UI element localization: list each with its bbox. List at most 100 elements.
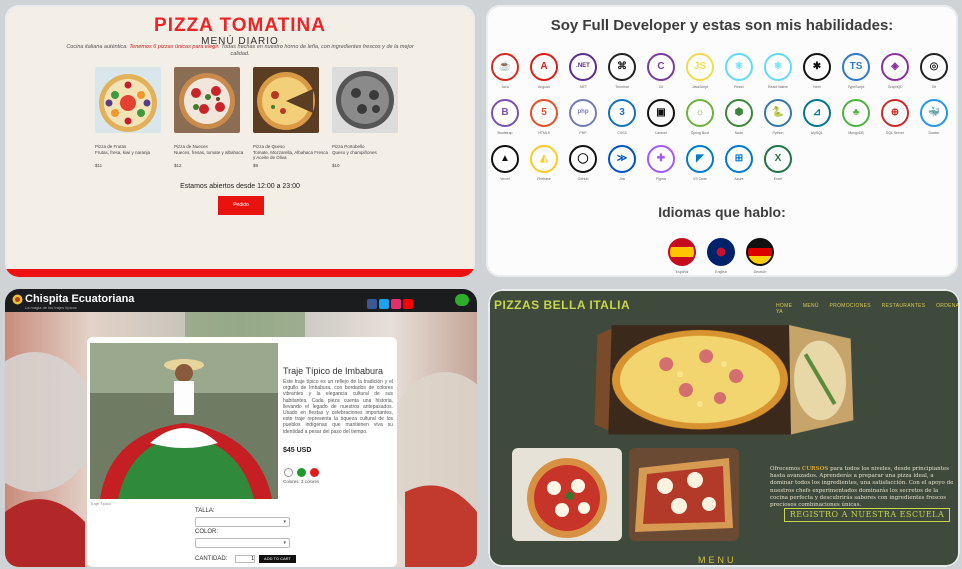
menu-item-promotions[interactable]: PROMOCIONES [830,303,871,309]
skill-badge: ⊞ Azure [725,145,753,181]
skill-icon: ☼ [695,107,705,118]
skill-badge: 5 HTML5 [530,99,558,135]
chispita-card: Chispita Ecuatoriana La magia de los tra… [5,289,477,567]
photo-caption: Traje Típico [90,501,111,506]
skill-badge: ◈ GraphQL [881,53,909,89]
menu-item-menu[interactable]: MENÚ [803,303,819,309]
quantity-label: CANTIDAD: [195,556,228,562]
languages-heading: Idiomas que hablo: [658,204,786,220]
quantity-input[interactable]: 1 [235,555,255,563]
goat-cheese-pizza-image[interactable] [629,448,739,541]
skill-icon: ⊕ [890,107,900,118]
hero-pizza-carousel[interactable] [594,325,854,435]
skill-badge: ◭ Firebase [530,145,558,181]
skill-badge: ◎ Git [920,53,948,89]
pizza-price: $12 [174,163,182,168]
skill-badge: ♣ MongoDB [842,99,870,135]
skill-badge: ◤ VS Code [686,145,714,181]
language-label: Deutsch [753,270,767,274]
skill-icon: ◈ [891,61,899,72]
size-select[interactable]: ▾ [195,517,290,527]
pizza-name: Pizza de Frutas Frutas, fresa, kiwi y nar… [95,144,151,155]
skill-label: Firebase [537,177,551,181]
skill-icon: ◯ [577,153,589,164]
skill-label: Terminal [615,85,629,89]
product-title: Traje Típico de Imbabura [283,366,384,376]
logo-icon [12,294,23,305]
skill-icon: 3 [619,107,625,118]
menu-item-restaurants[interactable]: RESTAURANTES [882,303,926,309]
skill-icon: B [501,107,509,118]
skill-icon: ⊞ [734,153,744,164]
brand-name[interactable]: Chispita Ecuatoriana [25,293,134,305]
skill-badge: JS JavaScript [686,53,714,89]
brand-name[interactable]: PIZZAS BELLA ITALIA [494,298,630,312]
order-button[interactable]: Pedido [218,196,264,215]
youtube-icon[interactable] [403,299,413,309]
whatsapp-icon[interactable] [455,294,469,306]
skill-badge: ▣ Laravel [647,99,675,135]
skill-label: HTML5 [538,131,550,135]
add-to-cart-button[interactable]: ADD TO CART [259,555,296,563]
skill-label: Spring Boot [690,131,710,135]
margherita-pizza-image[interactable] [512,448,622,541]
color-label: COLOR: [195,529,219,535]
skill-badge: ⚛ React [725,53,753,89]
facebook-icon[interactable] [367,299,377,309]
skill-icon: ▣ [656,107,666,118]
skill-label: Java [501,85,509,89]
brand-tagline: La magia de los trajes típicos [25,305,77,310]
color-swatch-white[interactable] [284,468,293,477]
language-label: English [715,270,727,274]
skill-icon: C [657,61,665,72]
skill-label: Laravel [655,131,667,135]
skill-badge: php PHP [569,99,597,135]
twitter-icon[interactable] [379,299,389,309]
skill-label: Node [734,131,744,135]
register-school-button[interactable]: REGISTRO A NUESTRA ESCUELA [784,508,950,522]
skill-label: Docker [928,131,940,135]
color-select[interactable]: ▾ [195,538,290,548]
color-swatch-green[interactable] [297,468,306,477]
product-photo[interactable] [90,343,278,499]
skill-badge: .NET .NET [569,53,597,89]
skill-label: MySQL [811,131,823,135]
skill-icon: 🐳 [927,107,941,118]
skill-icon: X [774,153,782,164]
skill-label: PHP [579,131,587,135]
skill-icon: A [540,61,548,72]
pizza-card[interactable]: Pizza de Queso Tomate, Mozzarella, Albaha… [253,67,328,168]
pizza-price: $11 [95,163,103,168]
skill-label: Figma [656,177,666,181]
cheese-pizza-image [253,67,319,133]
pizza-card[interactable]: Pizza de Nueces Nueces, fresas, tomate y … [174,67,243,168]
main-menu: HOME MENÚ PROMOCIONES RESTAURANTES ORDEN… [776,303,960,315]
skill-icon: ⊿ [812,107,822,118]
color-swatch-red[interactable] [310,468,319,477]
pizza-card[interactable]: Pizza de Frutas Frutas, fresa, kiwi y nar… [95,67,161,168]
bella-italia-card: PIZZAS BELLA ITALIA HOME MENÚ PROMOCIONE… [488,289,960,567]
skill-badge: ⊕ SQL Server [881,99,909,135]
footer-bar [5,269,475,277]
product-description: Este traje típico es un reflejo de la tr… [283,379,393,435]
pizza-tomatina-card: PIZZA TOMATINA MENÚ DIARIO Cocina italia… [5,5,475,277]
skill-label: C# [658,85,664,89]
skill-icon: TS [849,61,863,72]
skill-badge: ✚ Figma [647,145,675,181]
skill-label: Excel [773,177,783,181]
skill-badge: ≫ Jira [608,145,636,181]
skill-icon: ◭ [540,153,548,164]
skill-label: Jira [619,177,625,181]
skill-label: Next [813,85,821,89]
product-panel: Traje Típico Traje Típico de Imbabura Es… [87,337,397,567]
skill-badge: X Excel [764,145,792,181]
instagram-icon[interactable] [391,299,401,309]
courses-tail: para todos los niveles, desde principian… [770,466,954,509]
skill-icon: ◎ [929,61,939,72]
language-flag: English [707,238,735,274]
pizza-card[interactable]: Pizza Portobello Queso y champiñones $10 [332,67,398,168]
skill-label: GraphQL [887,85,903,89]
skill-label: Azure [734,177,744,181]
skill-icon: ✱ [812,61,822,72]
skills-heading: Soy Full Developer y estas son mis habil… [550,17,894,34]
